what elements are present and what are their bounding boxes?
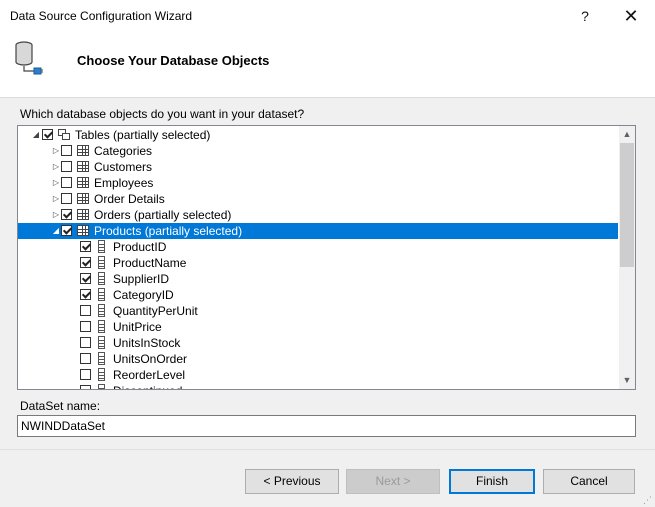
cancel-button[interactable]: Cancel xyxy=(543,469,635,494)
tree-table-row[interactable]: ◢ Products (partially selected) xyxy=(18,223,618,239)
tree-column-row[interactable]: CategoryID xyxy=(18,287,618,303)
scroll-down-icon[interactable]: ▼ xyxy=(619,372,635,389)
tree-column-row[interactable]: UnitsOnOrder xyxy=(18,351,618,367)
finish-button[interactable]: Finish xyxy=(449,469,535,494)
tree-checkbox[interactable] xyxy=(80,257,91,268)
tree-item-label: QuantityPerUnit xyxy=(113,304,198,318)
tree-checkbox[interactable] xyxy=(61,193,72,204)
tree-table-row[interactable]: ▷ Order Details xyxy=(18,191,618,207)
footer-separator xyxy=(0,449,655,450)
column-icon xyxy=(98,320,105,333)
scrollbar-thumb[interactable] xyxy=(620,143,634,267)
tree-checkbox[interactable] xyxy=(61,177,72,188)
tree-checkbox[interactable] xyxy=(61,161,72,172)
dataset-name-label: DataSet name: xyxy=(20,399,101,413)
tree-checkbox[interactable] xyxy=(61,145,72,156)
tree-item-label: Tables (partially selected) xyxy=(75,128,211,142)
tree-column-row[interactable]: SupplierID xyxy=(18,271,618,287)
column-icon xyxy=(98,352,105,365)
close-button[interactable]: ✕ xyxy=(608,0,654,32)
tree-checkbox[interactable] xyxy=(80,385,91,389)
tree-column-row[interactable]: QuantityPerUnit xyxy=(18,303,618,319)
collapsed-arrow-icon[interactable]: ▷ xyxy=(51,175,61,191)
collapsed-arrow-icon[interactable]: ▷ xyxy=(51,191,61,207)
column-icon xyxy=(98,368,105,381)
table-icon xyxy=(77,225,89,236)
tree-rows: ◢ Tables (partially selected) ▷ Categories ▷… xyxy=(18,126,618,389)
tree-item-label: Products (partially selected) xyxy=(94,224,243,238)
help-button[interactable]: ? xyxy=(562,0,608,32)
column-icon xyxy=(98,272,105,285)
database-objects-tree[interactable]: ◢ Tables (partially selected) ▷ Categories ▷… xyxy=(17,125,636,390)
table-icon xyxy=(77,209,89,220)
tree-item-label: Discontinued xyxy=(113,383,182,389)
column-icon xyxy=(98,304,105,317)
tree-item-label: UnitsOnOrder xyxy=(113,352,188,366)
tree-checkbox[interactable] xyxy=(61,209,72,220)
tree-checkbox[interactable] xyxy=(80,305,91,316)
page-title: Choose Your Database Objects xyxy=(77,53,270,68)
expanded-arrow-icon[interactable]: ◢ xyxy=(51,223,61,239)
tree-item-label: UnitPrice xyxy=(113,320,162,334)
column-icon xyxy=(98,288,105,301)
tree-checkbox[interactable] xyxy=(80,353,91,364)
tree-item-label: ReorderLevel xyxy=(113,368,186,382)
tree-item-label: CategoryID xyxy=(113,288,174,302)
previous-button[interactable]: < Previous xyxy=(245,469,339,494)
tree-checkbox[interactable] xyxy=(80,241,91,252)
next-button[interactable]: Next > xyxy=(346,469,440,494)
tree-item-label: UnitsInStock xyxy=(113,336,181,350)
tree-checkbox[interactable] xyxy=(80,273,91,284)
collapsed-arrow-icon[interactable]: ▷ xyxy=(51,159,61,175)
tree-column-row[interactable]: ReorderLevel xyxy=(18,367,618,383)
tree-item-label: Orders (partially selected) xyxy=(94,208,232,222)
tree-table-row[interactable]: ▷ Customers xyxy=(18,159,618,175)
column-icon xyxy=(98,240,105,253)
tree-column-row[interactable]: UnitPrice xyxy=(18,319,618,335)
tree-item-label: Customers xyxy=(94,160,153,174)
tree-item-label: ProductID xyxy=(113,240,167,254)
tree-item-label: Order Details xyxy=(94,192,165,206)
tree-checkbox[interactable] xyxy=(42,129,53,140)
tree-column-row[interactable]: Discontinued xyxy=(18,383,618,389)
tree-item-label: Categories xyxy=(94,144,153,158)
column-icon xyxy=(98,336,105,349)
dataset-name-input[interactable] xyxy=(17,415,636,437)
tree-table-row[interactable]: ▷ Employees xyxy=(18,175,618,191)
tree-column-row[interactable]: ProductName xyxy=(18,255,618,271)
expanded-arrow-icon[interactable]: ◢ xyxy=(31,127,41,143)
collapsed-arrow-icon[interactable]: ▷ xyxy=(51,143,61,159)
tree-checkbox[interactable] xyxy=(80,321,91,332)
tree-item-label: SupplierID xyxy=(113,272,170,286)
scroll-up-icon[interactable]: ▲ xyxy=(619,126,635,143)
table-icon xyxy=(77,161,89,172)
table-icon xyxy=(77,145,89,156)
tree-checkbox[interactable] xyxy=(80,289,91,300)
objects-prompt-label: Which database objects do you want in yo… xyxy=(20,107,305,121)
table-icon xyxy=(77,177,89,188)
tree-column-row[interactable]: UnitsInStock xyxy=(18,335,618,351)
tree-checkbox[interactable] xyxy=(80,337,91,348)
tree-checkbox[interactable] xyxy=(61,225,72,236)
tree-item-label: ProductName xyxy=(113,256,187,270)
title-bar: Data Source Configuration Wizard ? ✕ xyxy=(0,0,655,32)
vertical-scrollbar[interactable]: ▲ ▼ xyxy=(619,126,635,389)
wizard-header: Choose Your Database Objects xyxy=(0,32,655,98)
table-icon xyxy=(77,193,89,204)
tables-icon xyxy=(58,129,70,140)
column-icon xyxy=(98,384,105,389)
collapsed-arrow-icon[interactable]: ▷ xyxy=(51,207,61,223)
tree-checkbox[interactable] xyxy=(80,369,91,380)
tree-column-row[interactable]: ProductID xyxy=(18,239,618,255)
resize-grip-icon[interactable]: ⋰ xyxy=(643,495,653,505)
column-icon xyxy=(98,256,105,269)
tree-table-row[interactable]: ▷ Orders (partially selected) xyxy=(18,207,618,223)
window-title: Data Source Configuration Wizard xyxy=(10,9,193,23)
tree-table-row[interactable]: ▷ Categories xyxy=(18,143,618,159)
tree-item-label: Employees xyxy=(94,176,154,190)
database-connection-icon xyxy=(15,41,43,75)
tree-table-row[interactable]: ◢ Tables (partially selected) xyxy=(18,127,618,143)
